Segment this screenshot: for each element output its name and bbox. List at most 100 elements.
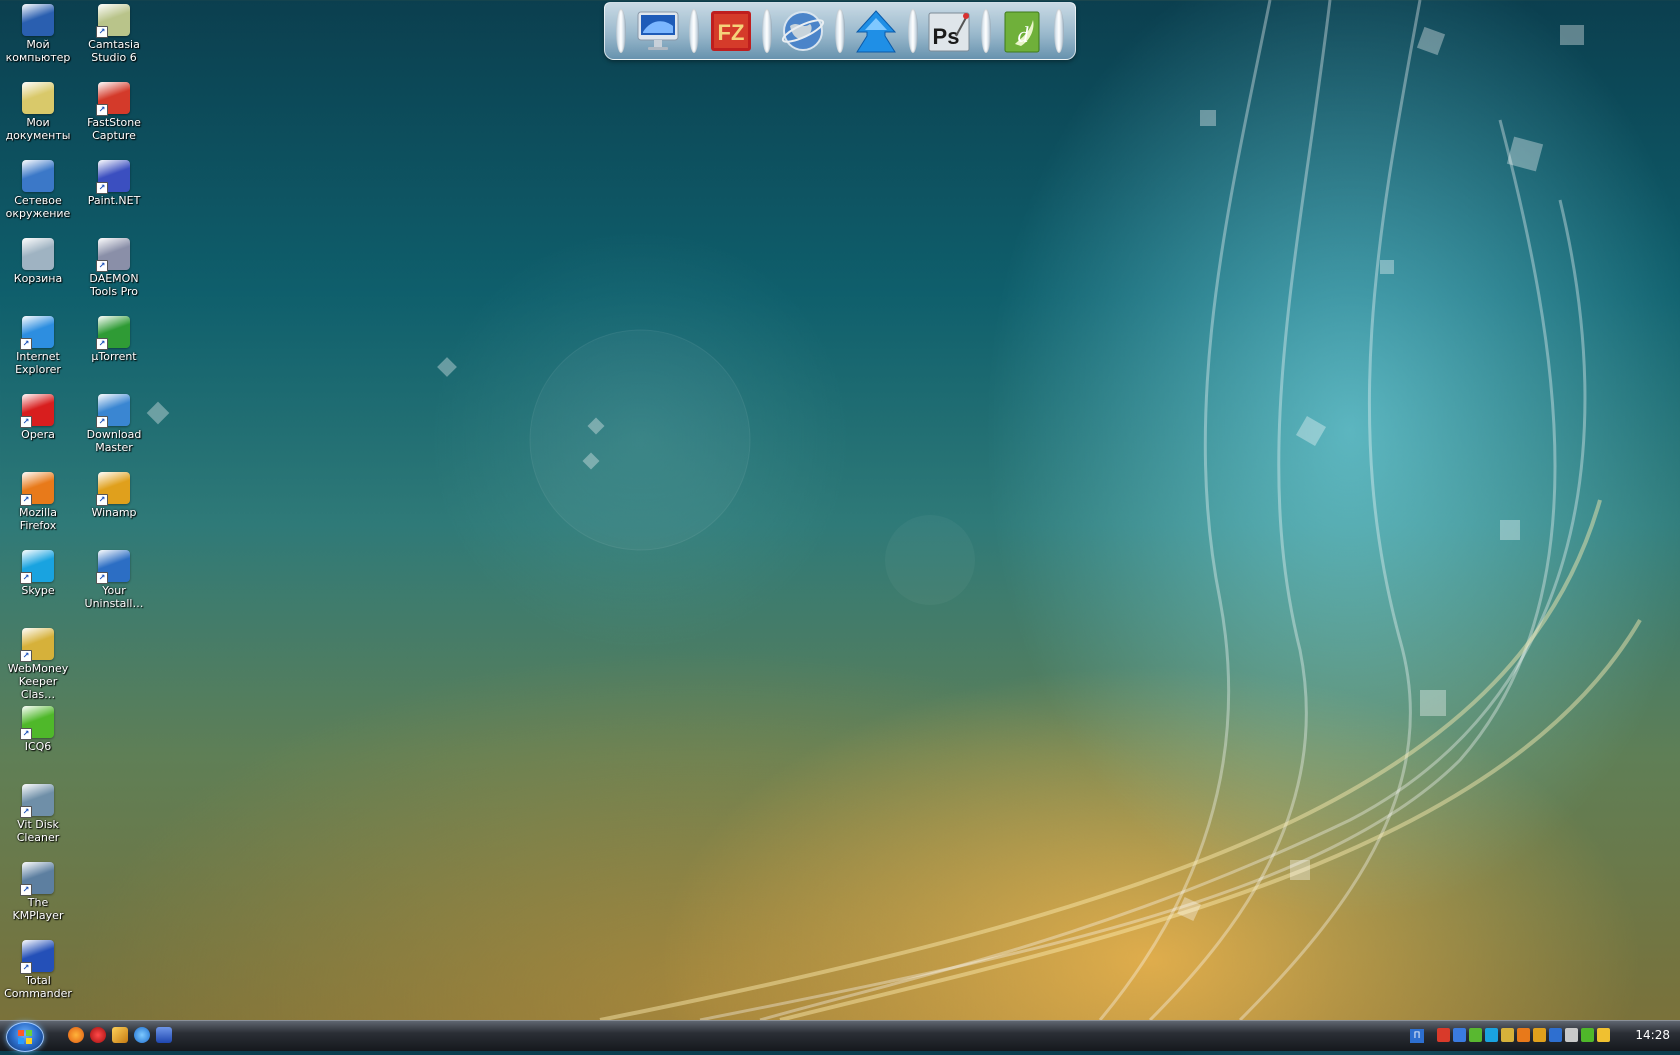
network-icon[interactable] bbox=[1453, 1028, 1466, 1042]
tools-icon[interactable] bbox=[1597, 1028, 1610, 1042]
desktop-icon[interactable]: ↗ Winamp bbox=[76, 468, 152, 519]
shortcut-arrow-icon: ↗ bbox=[96, 26, 108, 38]
desktop-icon[interactable]: ↗ Internet Explorer bbox=[0, 312, 76, 376]
display-icon[interactable] bbox=[1549, 1028, 1562, 1042]
desktop-icon[interactable]: ↗ Paint.NET bbox=[76, 156, 152, 207]
shortcut-arrow-icon: ↗ bbox=[20, 572, 32, 584]
internet-explorer-icon: ↗ bbox=[20, 316, 54, 350]
shortcut-arrow-icon: ↗ bbox=[96, 494, 108, 506]
opera-icon[interactable] bbox=[90, 1027, 106, 1043]
shortcut-arrow-icon: ↗ bbox=[96, 260, 108, 272]
dock-bar: FZ Ps d bbox=[604, 2, 1076, 60]
dock-item-filezilla[interactable]: FZ bbox=[706, 7, 756, 55]
wallpaper bbox=[146, 0, 1642, 1020]
desktop-icon-label: The KMPlayer bbox=[12, 896, 64, 922]
desktop-icon[interactable]: ↗ Opera bbox=[0, 390, 76, 441]
desktop-icon[interactable]: ↗ FastStone Capture bbox=[76, 78, 152, 142]
volume-icon[interactable] bbox=[1565, 1028, 1578, 1042]
icq-icon: ↗ bbox=[20, 706, 54, 740]
messenger-icon[interactable] bbox=[1533, 1028, 1546, 1042]
desktop-icon-label: Internet Explorer bbox=[15, 350, 61, 376]
desktop-icon[interactable]: ↗ Download Master bbox=[76, 390, 152, 454]
your-uninstaller-icon: ↗ bbox=[96, 550, 130, 584]
taskbar: П 14:28 bbox=[0, 1020, 1680, 1052]
svg-text:FZ: FZ bbox=[717, 20, 744, 45]
clock[interactable]: 14:28 bbox=[1635, 1028, 1670, 1042]
shortcut-arrow-icon: ↗ bbox=[20, 728, 32, 740]
desktop-icon[interactable]: ↗ The KMPlayer bbox=[0, 858, 76, 922]
desktop-icon[interactable]: ↗ Skype bbox=[0, 546, 76, 597]
utorrent-icon: ↗ bbox=[96, 316, 130, 350]
dock-item-globe[interactable] bbox=[778, 7, 828, 55]
shortcut-arrow-icon: ↗ bbox=[20, 806, 32, 818]
desktop-icon[interactable]: ↗ WebMoney Keeper Clas… bbox=[0, 624, 76, 701]
desktop-icon-label: ICQ6 bbox=[24, 740, 52, 753]
show-desktop-icon[interactable] bbox=[156, 1027, 172, 1043]
antivirus-icon[interactable] bbox=[1437, 1028, 1450, 1042]
system-tray bbox=[1437, 1028, 1610, 1042]
dock-separator bbox=[907, 9, 918, 53]
desktop-icon-label: Your Uninstall… bbox=[84, 584, 144, 610]
skype-icon[interactable] bbox=[1485, 1028, 1498, 1042]
disk-cleaner-icon: ↗ bbox=[20, 784, 54, 818]
shortcut-arrow-icon: ↗ bbox=[96, 182, 108, 194]
start-button[interactable] bbox=[6, 1022, 44, 1052]
desktop-icon[interactable]: ↗ DAEMON Tools Pro bbox=[76, 234, 152, 298]
desktop-icon[interactable]: Мой компьютер bbox=[0, 0, 76, 64]
language-indicator[interactable]: П bbox=[1410, 1029, 1424, 1043]
desktop-icon-label: Opera bbox=[21, 428, 55, 441]
svg-text:d: d bbox=[1018, 22, 1030, 47]
icq-icon[interactable] bbox=[1469, 1028, 1482, 1042]
desktop-icon-label: Мои документы bbox=[5, 116, 71, 142]
desktop-icon[interactable]: ↗ Camtasia Studio 6 bbox=[76, 0, 152, 64]
windows-logo-icon bbox=[18, 1030, 32, 1044]
dock-separator bbox=[1053, 9, 1064, 53]
winamp-icon[interactable] bbox=[112, 1027, 128, 1043]
dock-item-imac[interactable] bbox=[633, 7, 683, 55]
desktop-icon[interactable]: Сетевое окружение bbox=[0, 156, 76, 220]
skype-icon: ↗ bbox=[20, 550, 54, 584]
desktop-icon-label: Мой компьютер bbox=[5, 38, 71, 64]
desktop-icon[interactable]: ↗ Vit Disk Cleaner bbox=[0, 780, 76, 844]
webmoney-icon: ↗ bbox=[20, 628, 54, 662]
my-documents-icon bbox=[22, 82, 54, 114]
my-computer-icon bbox=[22, 4, 54, 36]
desktop-icon[interactable]: Мои документы bbox=[0, 78, 76, 142]
imac-icon bbox=[637, 11, 679, 50]
recycle-bin-icon bbox=[22, 238, 54, 270]
firefox-icon[interactable] bbox=[68, 1027, 84, 1043]
webmoney-icon[interactable] bbox=[1501, 1028, 1514, 1042]
desktop-icon[interactable]: Корзина bbox=[0, 234, 76, 285]
internet-explorer-icon[interactable] bbox=[134, 1027, 150, 1043]
download-icon[interactable] bbox=[1581, 1028, 1594, 1042]
dock-separator bbox=[689, 9, 700, 53]
desktop-icon-label: Winamp bbox=[91, 506, 137, 519]
photoshop-icon: Ps bbox=[928, 12, 970, 52]
desktop-icon[interactable]: ↗ Your Uninstall… bbox=[76, 546, 152, 610]
shortcut-arrow-icon: ↗ bbox=[96, 416, 108, 428]
desktop-icon-label: FastStone Capture bbox=[87, 116, 141, 142]
desktop-icon[interactable]: ↗ µTorrent bbox=[76, 312, 152, 363]
camtasia-icon: ↗ bbox=[96, 4, 130, 38]
blue-arrow-icon bbox=[856, 10, 897, 53]
desktop-icon-label: Skype bbox=[21, 584, 55, 597]
desktop-icon-label: WebMoney Keeper Clas… bbox=[7, 662, 69, 701]
desktop-icon-label: Mozilla Firefox bbox=[19, 506, 57, 532]
desktop-icon[interactable]: ↗ Mozilla Firefox bbox=[0, 468, 76, 532]
dock-item-arrow[interactable] bbox=[851, 7, 901, 55]
dock-separator bbox=[834, 9, 845, 53]
desktop-icon-label: Paint.NET bbox=[87, 194, 141, 207]
desktop-icon-label: Корзина bbox=[13, 272, 63, 285]
dock-item-photoshop[interactable]: Ps bbox=[924, 7, 974, 55]
total-commander-icon: ↗ bbox=[20, 940, 54, 974]
shortcut-arrow-icon: ↗ bbox=[20, 884, 32, 896]
dock-item-dreamweaver[interactable]: d bbox=[997, 7, 1047, 55]
firefox-icon[interactable] bbox=[1517, 1028, 1530, 1042]
desktop-icon-label: Total Commander bbox=[4, 974, 72, 1000]
opera-icon: ↗ bbox=[20, 394, 54, 428]
svg-text:Ps: Ps bbox=[933, 24, 960, 49]
desktop-icon[interactable]: ↗ Total Commander bbox=[0, 936, 76, 1000]
desktop-icon[interactable]: ↗ ICQ6 bbox=[0, 702, 76, 753]
desktop-icon-label: Download Master bbox=[86, 428, 142, 454]
shortcut-arrow-icon: ↗ bbox=[20, 494, 32, 506]
